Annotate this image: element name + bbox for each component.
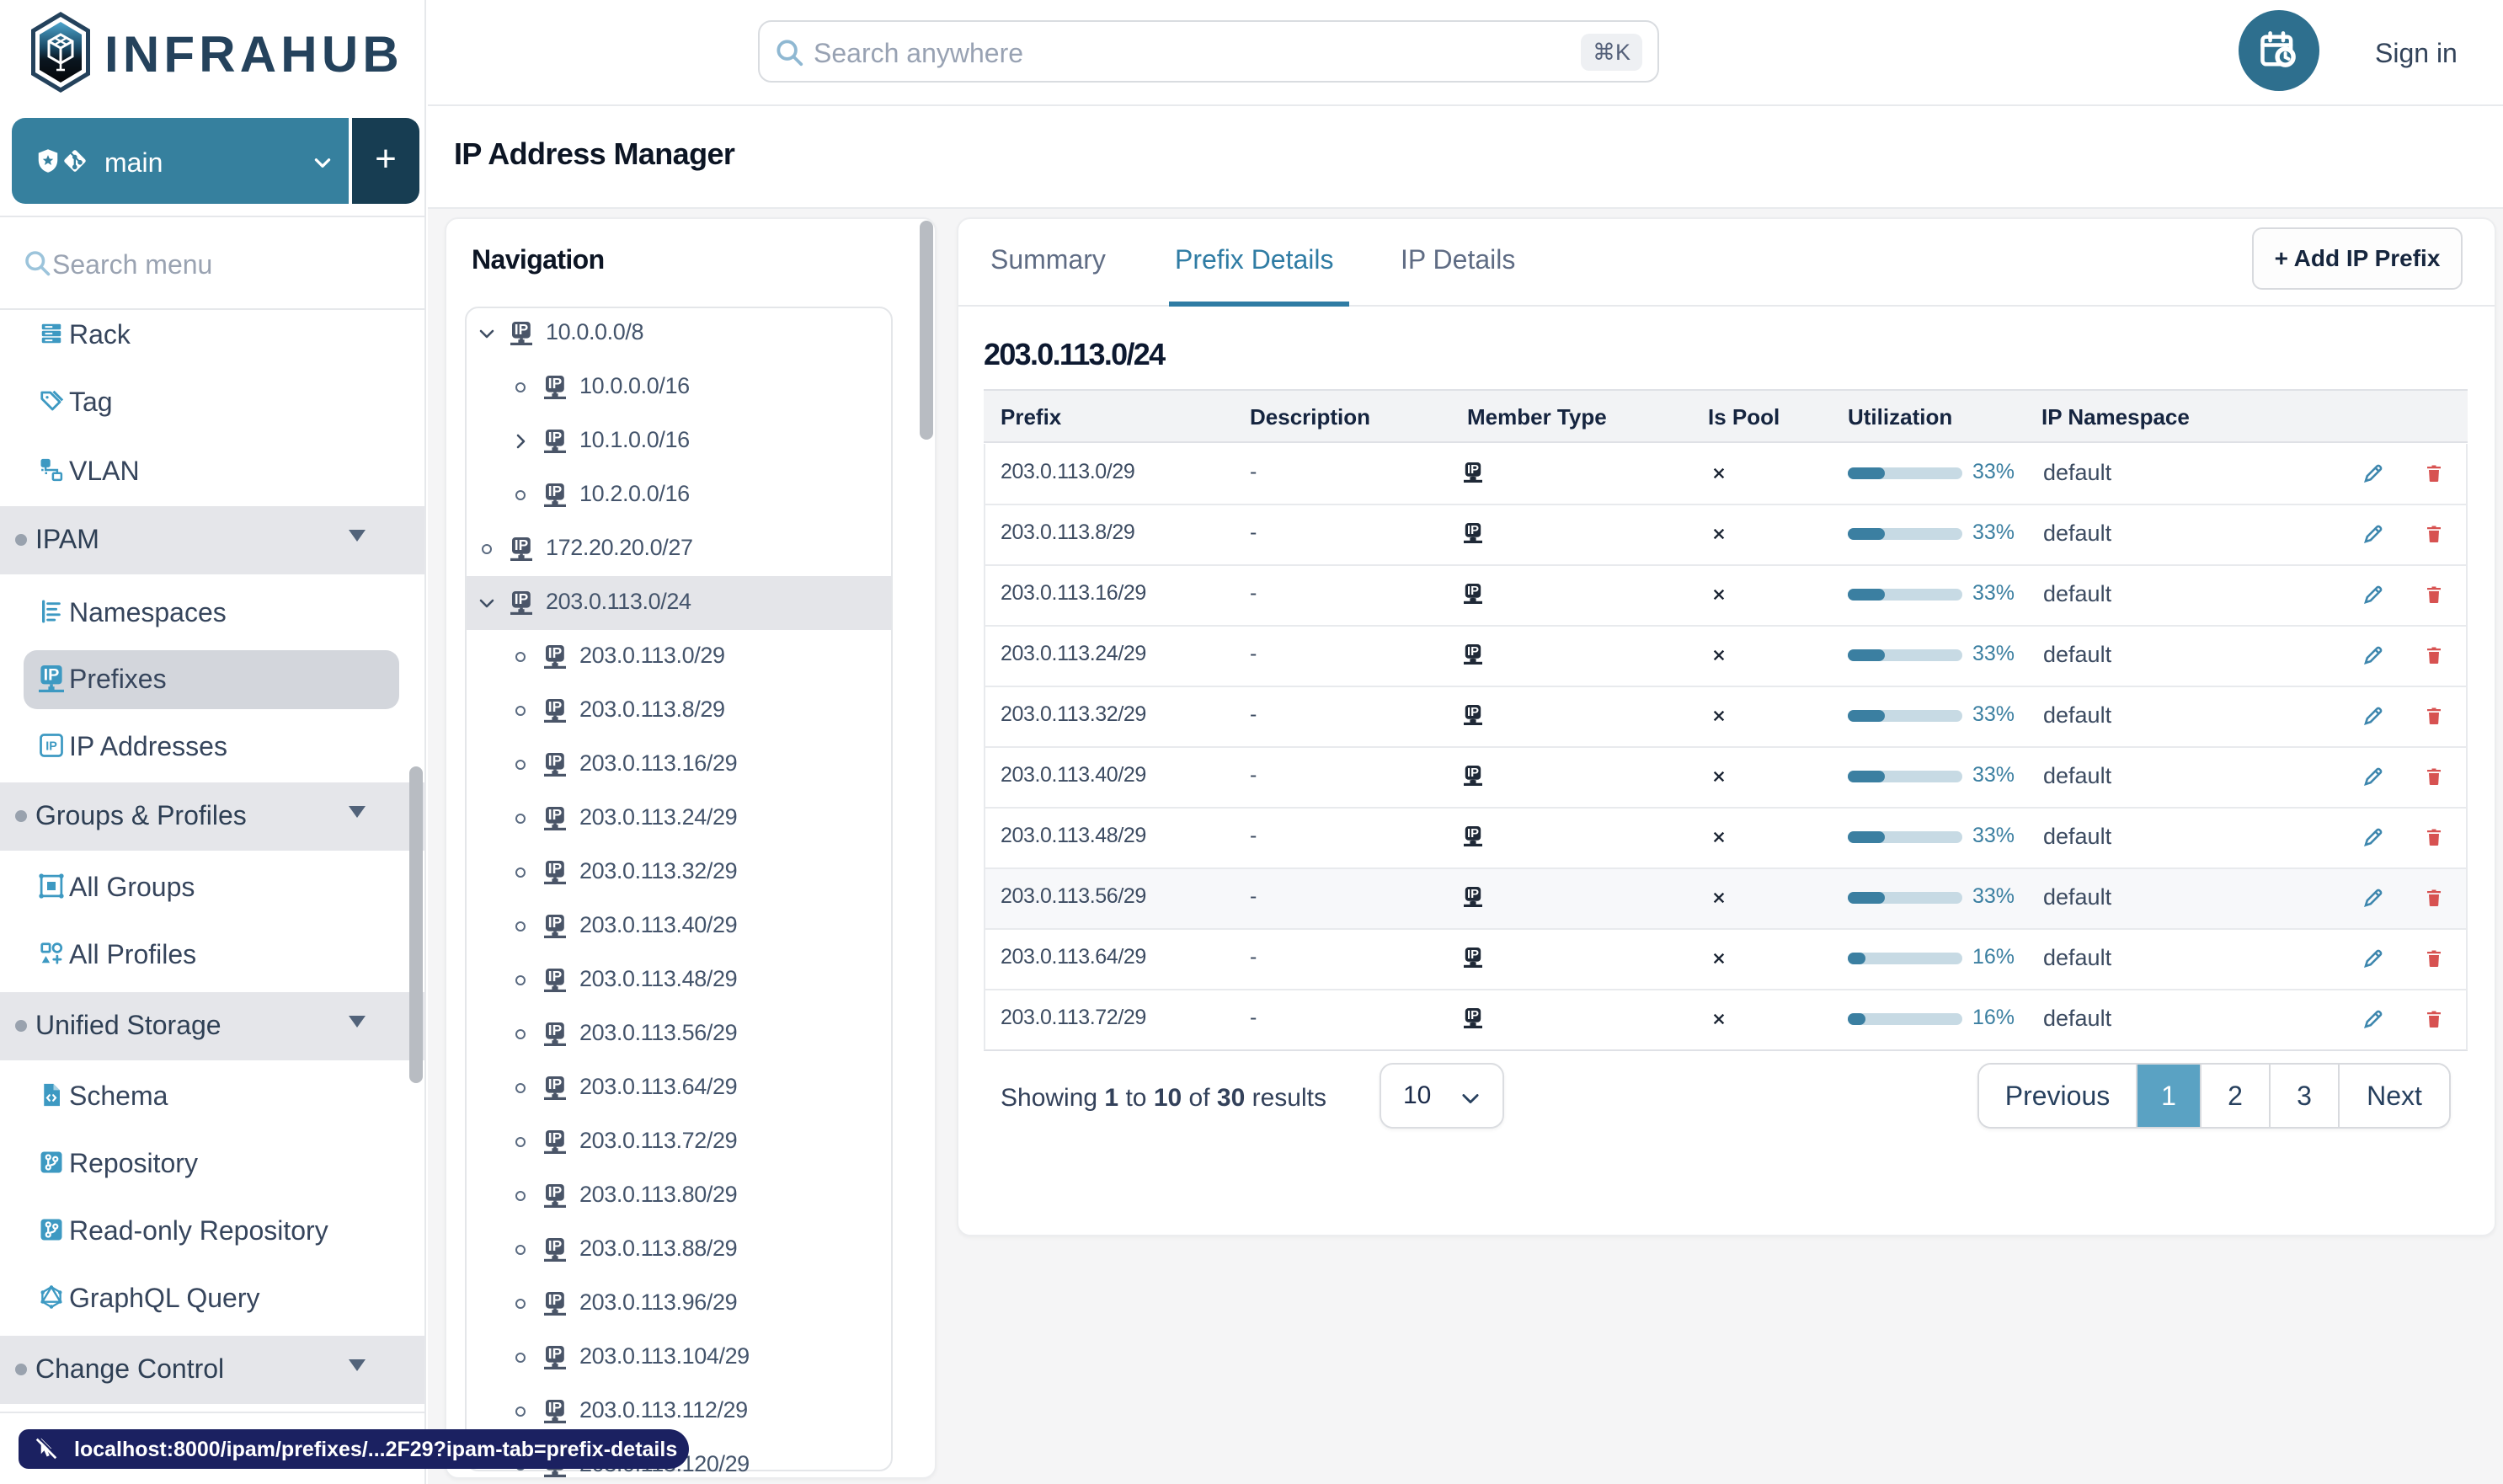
svg-text:IP: IP [1467, 766, 1479, 780]
svg-text:IP: IP [548, 968, 562, 985]
svg-text:IP: IP [1467, 463, 1479, 477]
svg-text:IP: IP [1467, 645, 1479, 659]
svg-text:IP: IP [548, 1183, 562, 1200]
svg-text:IP: IP [548, 375, 562, 392]
svg-text:IP: IP [515, 590, 528, 607]
svg-text:IP: IP [1467, 585, 1479, 598]
svg-text:IP: IP [548, 1399, 562, 1416]
svg-text:IP: IP [548, 752, 562, 769]
svg-text:IP: IP [45, 740, 57, 754]
svg-text:IP: IP [548, 860, 562, 877]
svg-text:IP: IP [548, 1345, 562, 1362]
svg-text:IP: IP [548, 914, 562, 931]
svg-text:IP: IP [548, 698, 562, 715]
svg-text:IP: IP [548, 1076, 562, 1092]
svg-text:IP: IP [1467, 706, 1479, 719]
svg-text:IP: IP [548, 483, 562, 499]
svg-text:IP: IP [548, 1291, 562, 1308]
svg-text:IP: IP [548, 806, 562, 823]
svg-text:IP: IP [548, 1237, 562, 1254]
svg-text:IP: IP [1467, 524, 1479, 537]
svg-text:IP: IP [515, 321, 528, 338]
svg-text:IP: IP [1467, 1009, 1479, 1022]
svg-text:IP: IP [1467, 888, 1479, 901]
svg-text:IP: IP [548, 644, 562, 661]
svg-text:IP: IP [548, 1129, 562, 1146]
svg-text:IP: IP [1467, 948, 1479, 962]
svg-text:IP: IP [1467, 827, 1479, 841]
svg-text:IP: IP [548, 1022, 562, 1038]
svg-text:IP: IP [515, 536, 528, 553]
svg-text:IP: IP [548, 429, 562, 446]
svg-text:IP: IP [44, 665, 60, 684]
